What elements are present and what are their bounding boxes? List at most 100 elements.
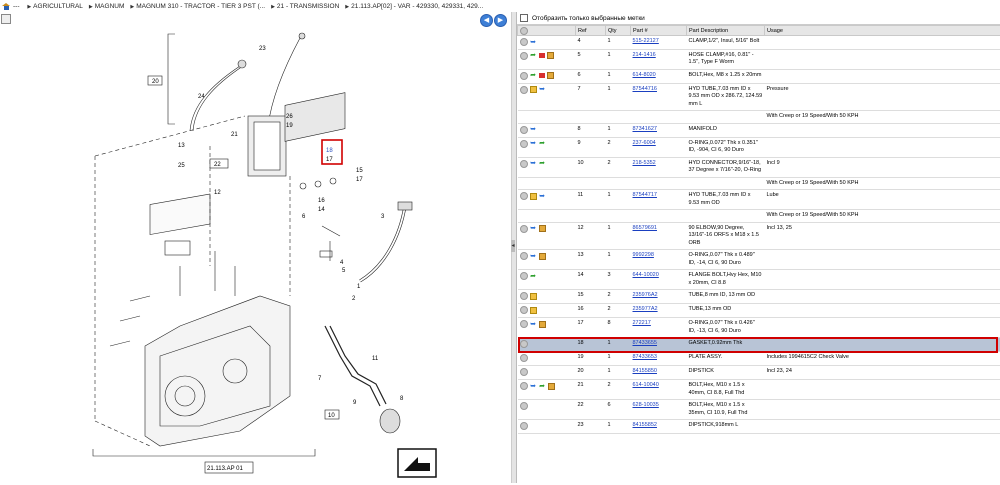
table-row[interactable]: ➥11187544717HYD TUBE,7.03 mm ID x 9.53 m… bbox=[518, 190, 1000, 210]
part-number-link[interactable]: 87433653 bbox=[633, 354, 657, 360]
add-to-cart-icon[interactable] bbox=[520, 252, 528, 260]
part-number-cell[interactable]: 628-10035 bbox=[631, 400, 687, 420]
kit-icon[interactable] bbox=[547, 52, 554, 59]
add-to-cart-icon[interactable] bbox=[520, 72, 528, 80]
table-row[interactable]: 162235977A2TUBE,13 mm OD bbox=[518, 304, 1000, 318]
part-number-cell[interactable]: 9992298 bbox=[631, 250, 687, 270]
table-row[interactable]: ➥➦92237-6004O-RING,0.072" Thk x 0.351" I… bbox=[518, 137, 1000, 157]
col-header-usage[interactable]: Usage bbox=[765, 26, 1000, 36]
home-icon[interactable] bbox=[2, 3, 10, 10]
part-number-link[interactable]: 9992298 bbox=[633, 252, 654, 258]
kit-icon[interactable] bbox=[539, 225, 546, 232]
table-row[interactable]: 19187433653PLATE ASSY.Includes 1994615C2… bbox=[518, 352, 1000, 366]
add-to-cart-icon[interactable] bbox=[520, 422, 528, 430]
col-header-actions[interactable] bbox=[518, 26, 576, 36]
part-number-cell[interactable]: 614-8020 bbox=[631, 69, 687, 83]
table-row[interactable]: 152235976A2TUBE,8 mm ID, 13 mm OD bbox=[518, 290, 1000, 304]
note-icon[interactable] bbox=[530, 293, 537, 300]
part-number-cell[interactable]: 87433653 bbox=[631, 352, 687, 366]
part-number-cell[interactable]: 272217 bbox=[631, 318, 687, 338]
part-number-link[interactable]: 87341627 bbox=[633, 126, 657, 132]
breadcrumb-item[interactable]: AGRICULTURAL bbox=[33, 3, 83, 10]
add-to-cart-icon[interactable] bbox=[520, 192, 528, 200]
table-row[interactable]: ➥178272217O-RING,0.07" Thk x 0.426" ID, … bbox=[518, 318, 1000, 338]
part-number-link[interactable]: 628-10035 bbox=[633, 402, 659, 408]
table-row[interactable]: ➦51214-1416HOSE CLAMP,#16, 0.81" - 1.5",… bbox=[518, 49, 1000, 69]
info-icon[interactable]: ➥ bbox=[530, 383, 537, 390]
kit-icon[interactable] bbox=[547, 72, 554, 79]
substitute-icon[interactable]: ➦ bbox=[530, 52, 537, 59]
part-number-link[interactable]: 218-5352 bbox=[633, 160, 656, 166]
breadcrumb-item[interactable]: 21.113.AP[02] - VAR - 429330, 429331, 42… bbox=[351, 3, 483, 10]
add-to-cart-icon[interactable] bbox=[520, 126, 528, 134]
add-to-cart-icon[interactable] bbox=[520, 140, 528, 148]
table-row-note[interactable]: With Creep or 19 Speed/With 50 KPH bbox=[518, 177, 1000, 190]
table-row[interactable]: ➦143644-10020FLANGE BOLT,Hvy Hex, M10 x … bbox=[518, 270, 1000, 290]
table-row[interactable]: 20184155850DIPSTICKIncl 23, 24 bbox=[518, 366, 1000, 380]
table-row[interactable]: ➥1319992298O-RING,0.07" Thk x 0.489" ID,… bbox=[518, 250, 1000, 270]
add-to-cart-icon[interactable] bbox=[520, 382, 528, 390]
info-icon[interactable]: ➥ bbox=[530, 253, 537, 260]
table-row[interactable]: ➥➦102218-5352HYD CONNECTOR,9/16"-18, 37 … bbox=[518, 157, 1000, 177]
substitute-icon[interactable]: ➦ bbox=[539, 140, 546, 147]
part-number-cell[interactable]: 87544717 bbox=[631, 190, 687, 210]
info-icon[interactable]: ➥ bbox=[530, 225, 537, 232]
add-to-cart-icon[interactable] bbox=[520, 225, 528, 233]
part-number-cell[interactable]: 84155852 bbox=[631, 420, 687, 434]
info-icon[interactable]: ➥ bbox=[539, 193, 546, 200]
alert-icon[interactable] bbox=[539, 53, 545, 58]
note-icon[interactable] bbox=[530, 307, 537, 314]
part-number-cell[interactable]: 614-10040 bbox=[631, 380, 687, 400]
add-to-cart-icon[interactable] bbox=[520, 86, 528, 94]
table-row[interactable]: 226628-10035BOLT,Hex, M10 x 1.5 x 35mm, … bbox=[518, 400, 1000, 420]
info-icon[interactable]: ➥ bbox=[530, 160, 537, 167]
add-to-cart-icon[interactable] bbox=[520, 272, 528, 280]
info-icon[interactable]: ➥ bbox=[530, 140, 537, 147]
substitute-icon[interactable]: ➦ bbox=[539, 383, 546, 390]
table-row[interactable]: ➥41515-22127CLAMP,1/2", Insul, 5/16" Bol… bbox=[518, 36, 1000, 50]
info-icon[interactable]: ➥ bbox=[530, 39, 537, 46]
table-row[interactable]: ➥➦212614-10040BOLT,Hex, M10 x 1.5 x 40mm… bbox=[518, 380, 1000, 400]
part-number-cell[interactable]: 87544716 bbox=[631, 83, 687, 111]
add-to-cart-icon[interactable] bbox=[520, 354, 528, 362]
add-to-cart-icon[interactable] bbox=[520, 306, 528, 314]
add-to-cart-icon[interactable] bbox=[520, 320, 528, 328]
part-number-link[interactable]: 237-6004 bbox=[633, 140, 656, 146]
part-number-link[interactable]: 84155850 bbox=[633, 368, 657, 374]
col-header-ref[interactable]: Ref bbox=[576, 26, 606, 36]
kit-icon[interactable] bbox=[539, 253, 546, 260]
part-number-cell[interactable]: 644-10020 bbox=[631, 270, 687, 290]
table-row[interactable]: 23184155852DIPSTICK,918mm L bbox=[518, 420, 1000, 434]
part-number-cell[interactable]: 84155850 bbox=[631, 366, 687, 380]
part-number-link[interactable]: 84155852 bbox=[633, 422, 657, 428]
parts-diagram[interactable]: 20 23 24 13 22 12 25 21 26 19 18 17 15 1… bbox=[0, 26, 510, 483]
collapse-panel-icon[interactable]: ◂ bbox=[511, 240, 515, 252]
info-icon[interactable]: ➥ bbox=[530, 321, 537, 328]
table-row[interactable]: ➥1218657969190 ELBOW,90 Degree, 13/16"-1… bbox=[518, 222, 1000, 250]
substitute-icon[interactable]: ➦ bbox=[530, 72, 537, 79]
col-header-part[interactable]: Part # bbox=[631, 26, 687, 36]
table-row-note[interactable]: With Creep or 19 Speed/With 50 KPH bbox=[518, 111, 1000, 124]
part-number-cell[interactable]: 237-6004 bbox=[631, 137, 687, 157]
part-number-cell[interactable]: 218-5352 bbox=[631, 157, 687, 177]
part-number-link[interactable]: 614-10040 bbox=[633, 382, 659, 388]
table-row[interactable]: ➥8187341627MANIFOLD bbox=[518, 123, 1000, 137]
add-to-cart-icon[interactable] bbox=[520, 160, 528, 168]
kit-icon[interactable] bbox=[539, 321, 546, 328]
part-number-cell[interactable]: 515-22127 bbox=[631, 36, 687, 50]
breadcrumb-item[interactable]: MAGNUM 310 - TRACTOR - TIER 3 PST (... bbox=[136, 3, 265, 10]
note-icon[interactable] bbox=[530, 193, 537, 200]
part-number-link[interactable]: 272217 bbox=[633, 320, 651, 326]
part-number-cell[interactable]: 87341627 bbox=[631, 123, 687, 137]
part-number-link[interactable]: 86579691 bbox=[633, 225, 657, 231]
print-icon[interactable] bbox=[1, 14, 11, 24]
part-number-link[interactable]: 644-10020 bbox=[633, 272, 659, 278]
part-number-link[interactable]: 235977A2 bbox=[633, 306, 658, 312]
table-row[interactable]: ➦61614-8020BOLT,Hex, M8 x 1.25 x 20mm bbox=[518, 69, 1000, 83]
part-number-link[interactable]: 614-8020 bbox=[633, 72, 656, 78]
kit-icon[interactable] bbox=[548, 383, 555, 390]
part-number-link[interactable]: 235976A2 bbox=[633, 292, 658, 298]
breadcrumb-item[interactable]: 21 - TRANSMISSION bbox=[277, 3, 339, 10]
filter-checkbox[interactable] bbox=[520, 14, 528, 22]
col-header-description[interactable]: Part Description bbox=[687, 26, 765, 36]
